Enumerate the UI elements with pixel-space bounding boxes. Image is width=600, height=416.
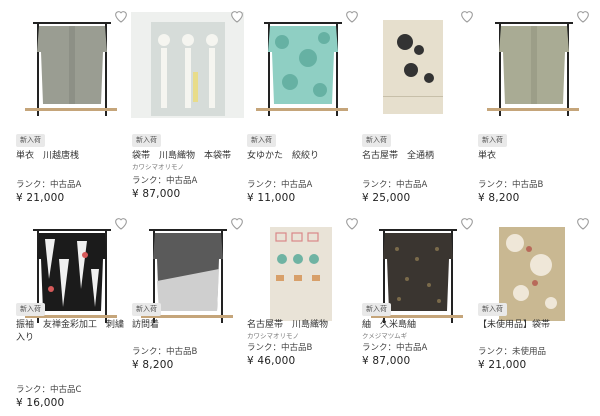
new-arrival-badge: 新入荷 [132,303,161,316]
product-title[interactable]: 紬 久米島紬 クメジマツムギ [362,319,474,341]
new-arrival-badge: 新入荷 [478,303,507,316]
product-title[interactable]: 【未使用品】袋帯 [478,319,590,332]
product-card[interactable]: 新入荷 紬 久米島紬 クメジマツムギ ランク：中古品A ¥ 87,000 [361,218,474,415]
heart-icon[interactable] [575,8,591,24]
product-price: ¥ 8,200 [478,192,520,204]
product-title[interactable]: 袋帯 川島織物 本袋帯 カワシマオリモノ [132,150,244,172]
product-rank: ランク：中古品A [247,180,313,190]
new-arrival-badge: 新入荷 [362,303,391,316]
product-price: ¥ 46,000 [247,355,296,367]
product-rank: ランク：中古品A [362,343,428,353]
product-rank: ランク：中古品B [132,347,198,357]
product-title[interactable]: 単衣 [478,150,590,163]
product-title[interactable]: 振袖 友禅金彩加工 刺繍入り [16,319,128,345]
product-maker: カワシマオリモノ [132,163,184,171]
product-card[interactable]: 新入荷 名古屋帯 全通柄 ランク：中古品A ¥ 25,000 [361,11,474,208]
new-arrival-badge: 新入荷 [16,134,45,147]
product-image[interactable] [131,12,244,118]
heart-icon[interactable] [575,215,591,231]
product-rank: ランク：中古品B [478,180,544,190]
product-card[interactable]: 新入荷 女ゆかた 絞絞り ランク：中古品A ¥ 11,000 [246,11,359,208]
product-title[interactable]: 女ゆかた 絞絞り [247,150,359,163]
heart-icon[interactable] [459,215,475,231]
product-price: ¥ 16,000 [16,397,65,409]
heart-icon[interactable] [113,8,129,24]
heart-icon[interactable] [229,215,245,231]
product-maker: クメジマツムギ [362,332,408,340]
product-rank: ランク：中古品C [16,385,82,395]
heart-icon[interactable] [113,215,129,231]
product-image[interactable] [361,12,474,118]
product-card[interactable]: 名古屋帯 川島織物 カワシマオリモノ ランク：中古品B ¥ 46,000 [246,218,359,415]
product-maker: カワシマオリモノ [247,332,299,340]
new-arrival-badge: 新入荷 [478,134,507,147]
product-image[interactable] [246,219,359,325]
new-arrival-badge: 新入荷 [247,134,276,147]
product-card[interactable]: 新入荷 【未使用品】袋帯 ランク：未使用品 ¥ 21,000 [477,218,590,415]
product-title[interactable]: 訪問着 [132,319,244,332]
heart-icon[interactable] [459,8,475,24]
product-price: ¥ 87,000 [362,355,411,367]
product-image[interactable] [246,12,359,118]
heart-icon[interactable] [229,8,245,24]
product-price: ¥ 21,000 [16,192,65,204]
product-title[interactable]: 名古屋帯 全通柄 [362,150,474,163]
product-rank: ランク：未使用品 [478,347,547,357]
new-arrival-badge: 新入荷 [16,303,45,316]
product-card[interactable]: 新入荷 振袖 友禅金彩加工 刺繍入り ランク：中古品C ¥ 16,000 [15,218,128,415]
product-rank: ランク：中古品B [247,343,313,353]
product-price: ¥ 87,000 [132,188,181,200]
product-image[interactable] [15,12,128,118]
product-price: ¥ 25,000 [362,192,411,204]
heart-icon[interactable] [344,8,360,24]
product-price: ¥ 11,000 [247,192,296,204]
product-image[interactable] [477,12,590,118]
product-title[interactable]: 名古屋帯 川島織物 カワシマオリモノ [247,319,359,341]
product-price: ¥ 8,200 [132,359,174,371]
product-rank: ランク：中古品A [132,176,198,186]
new-arrival-badge: 新入荷 [132,134,161,147]
product-card[interactable]: 新入荷 単衣 川越唐桟 ランク：中古品A ¥ 21,000 [15,11,128,208]
new-arrival-badge: 新入荷 [362,134,391,147]
product-card[interactable]: 新入荷 単衣 ランク：中古品B ¥ 8,200 [477,11,590,208]
product-rank: ランク：中古品A [16,180,82,190]
product-rank: ランク：中古品A [362,180,428,190]
product-card[interactable]: 新入荷 袋帯 川島織物 本袋帯 カワシマオリモノ ランク：中古品A ¥ 87,00… [131,11,244,208]
product-title[interactable]: 単衣 川越唐桟 [16,150,128,163]
product-price: ¥ 21,000 [478,359,527,371]
heart-icon[interactable] [344,215,360,231]
product-card[interactable]: 新入荷 訪問着 ランク：中古品B ¥ 8,200 [131,218,244,415]
